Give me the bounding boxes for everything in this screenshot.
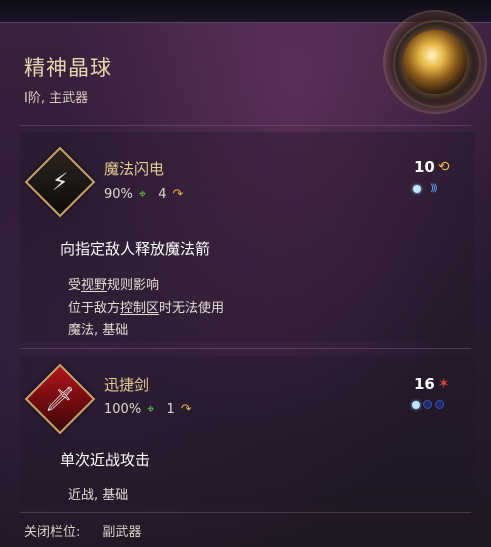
divider [20, 512, 471, 513]
range-value: 1 [166, 402, 175, 417]
target-icon: ⌖ [147, 402, 155, 417]
pip-empty [423, 400, 432, 409]
target-icon: ⌖ [138, 187, 147, 202]
skill-name: 迅捷剑 [104, 376, 150, 394]
cooldown-pips [412, 400, 444, 409]
arc-arrow-icon: ↷ [180, 402, 192, 417]
hit-chance: 100% [104, 402, 142, 417]
skill-description: 单次近战攻击 [60, 451, 151, 469]
divider [20, 125, 471, 126]
item-orb-frame [385, 12, 485, 112]
pip-filled [412, 400, 420, 409]
footer-label: 关闭栏位: [24, 525, 81, 540]
chevrons-icon: ))) [430, 183, 438, 194]
cost-value: 16 [414, 375, 435, 393]
skill-rule-line-2: 位于敌方控制区时无法使用 [68, 301, 225, 316]
cooldown-pips: ))) [413, 183, 438, 194]
item-subtitle: I阶, 主武器 [24, 91, 89, 106]
pip-empty [435, 400, 444, 409]
skill-tags: 魔法, 基础 [68, 323, 129, 338]
red-burst-icon: ✶ [437, 376, 450, 392]
footer-value: 副武器 [102, 525, 142, 540]
skill-cost: 10 ⟲ [414, 158, 450, 176]
item-tooltip-panel: 精神晶球 I阶, 主武器 ⚡ 魔法闪电 90% ⌖ 4 ↷ 10 ⟲ ))) 向… [0, 0, 491, 547]
skill-cost: 16 ✶ [414, 375, 450, 393]
cost-value: 10 [414, 158, 435, 176]
divider [20, 348, 471, 349]
skill-rule-line-1: 受视野规则影响 [68, 278, 160, 293]
skill-name: 魔法闪电 [104, 160, 165, 178]
skill-tags: 近战, 基础 [68, 488, 129, 503]
skill-description: 向指定敌人释放魔法箭 [60, 240, 211, 258]
range-value: 4 [158, 187, 167, 202]
golden-orb-icon [403, 30, 467, 94]
focus-swirl-icon: ⟲ [437, 159, 450, 175]
pip-filled [413, 184, 421, 193]
item-title: 精神晶球 [24, 56, 112, 80]
keyword-link-vision[interactable]: 视野 [81, 278, 107, 293]
skill-stats: 90% ⌖ 4 ↷ [104, 187, 183, 202]
arc-arrow-icon: ↷ [172, 187, 184, 202]
keyword-link-zone[interactable]: 控制区 [120, 301, 159, 316]
footer-slot-info: 关闭栏位: 副武器 [24, 521, 141, 540]
skill-stats: 100% ⌖ 1 ↷ [104, 402, 192, 417]
hit-chance: 90% [104, 187, 133, 202]
